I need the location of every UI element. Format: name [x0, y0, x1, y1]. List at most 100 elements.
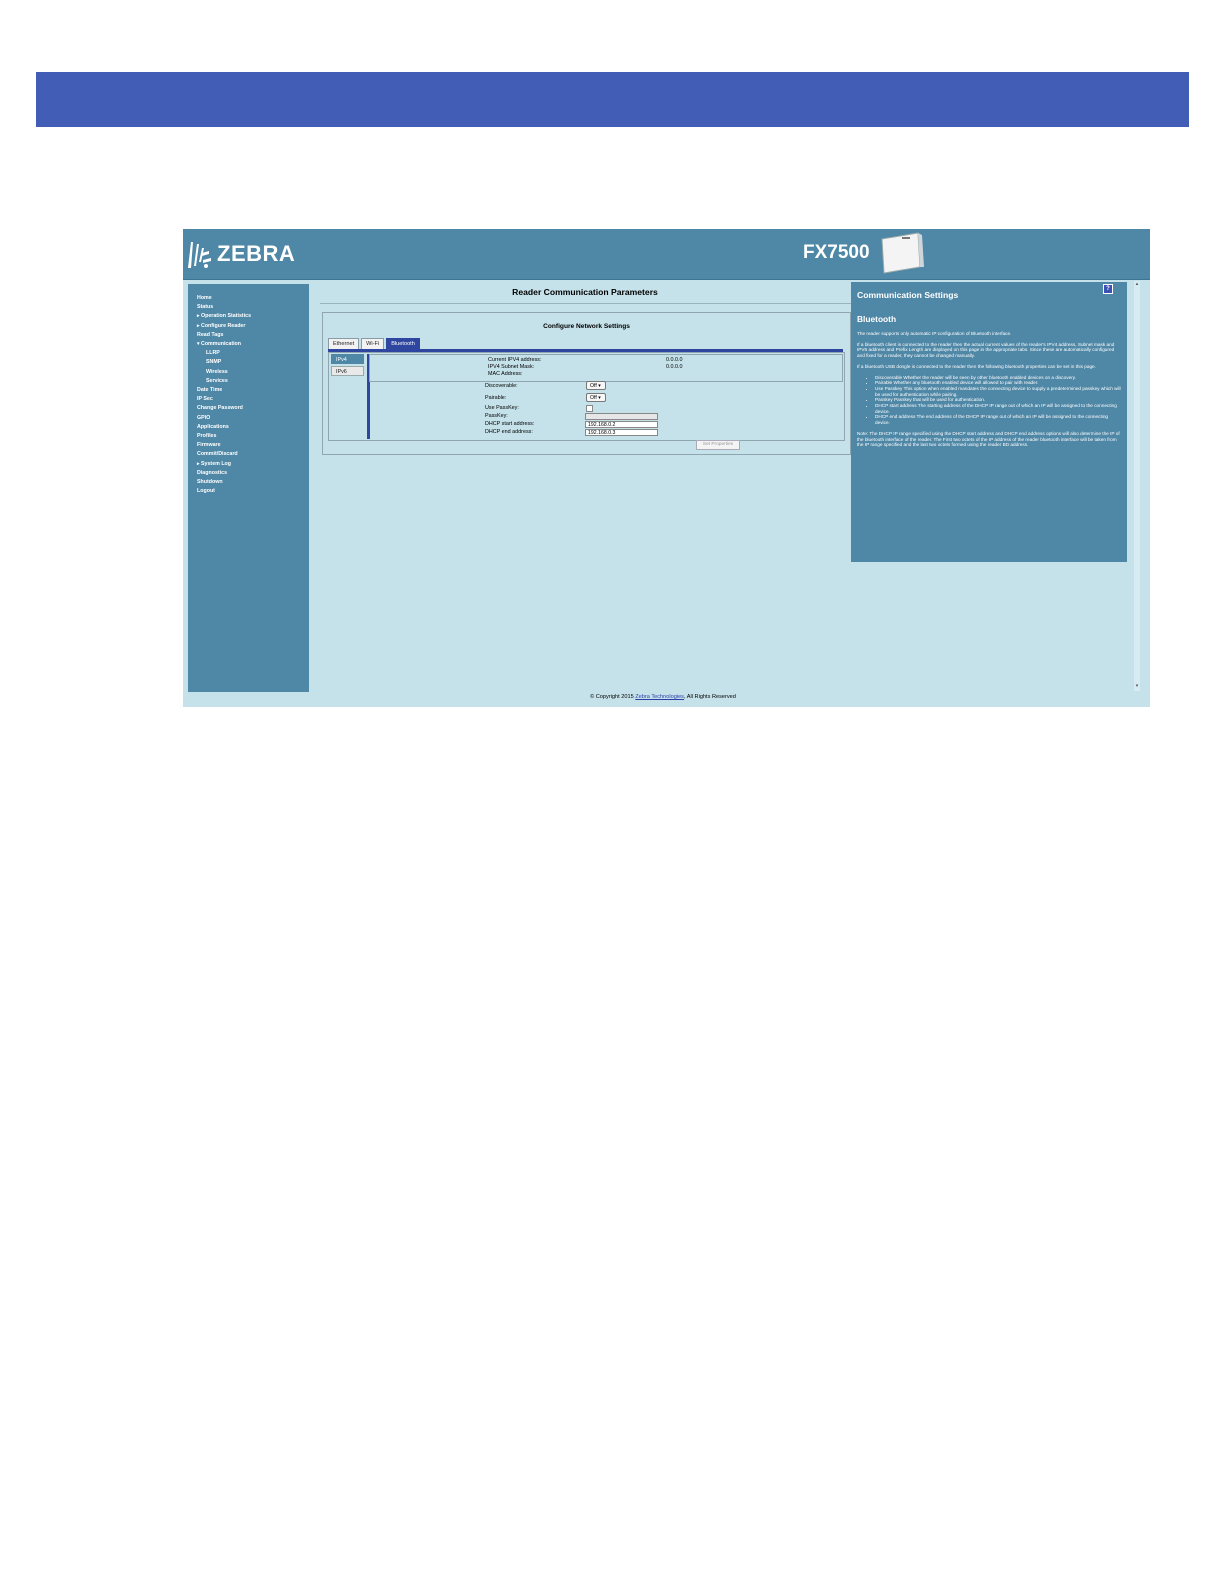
sidebar-item-label: Services: [206, 377, 228, 384]
help-subtitle: Bluetooth: [857, 314, 897, 324]
help-title: Communication Settings: [857, 290, 959, 300]
discoverable-select[interactable]: Off ▾: [586, 381, 606, 390]
help-bullet: Use Passkey This option when enabled man…: [875, 386, 1123, 397]
help-panel: Communication Settings ? Bluetooth The r…: [851, 282, 1127, 562]
dhcp-end-input[interactable]: 192.168.0.3: [585, 429, 658, 436]
model-name: FX7500: [803, 242, 870, 263]
sidebar-item-diagnostics[interactable]: Diagnostics: [188, 469, 309, 478]
sidebar-item-read-tags[interactable]: Read Tags: [188, 331, 309, 340]
sidebar-item-label: Change Password: [197, 405, 243, 412]
help-paragraph: If a bluetooth USB dongle is connected t…: [857, 363, 1096, 369]
sidebar-item-label: Date Time: [197, 387, 223, 394]
passkey-input[interactable]: [585, 413, 658, 420]
help-note: Note: The DHCP IP range specified using …: [857, 430, 1120, 448]
sidebar-item-label: Diagnostics: [197, 469, 228, 476]
sidebar-item-gpio[interactable]: GPIO: [188, 414, 309, 423]
network-tabs: Ethernet Wi-Fi Bluetooth: [328, 338, 420, 350]
sidebar-item-label: Commit/Discard: [197, 451, 238, 458]
sidebar-item-label: Firmware: [197, 442, 221, 449]
pairable-select[interactable]: Off ▾: [586, 393, 606, 402]
sidebar-item-label: Profiles: [197, 433, 217, 440]
sidebar-item-label: Operation Statistics: [201, 313, 252, 320]
sidebar-item-ip-sec[interactable]: IP Sec: [188, 395, 309, 404]
zebra-head-icon: [188, 242, 211, 268]
copyright-text: © Copyright 2015: [590, 694, 636, 700]
sidebar-item-label: Logout: [197, 488, 215, 495]
current-ipv4-value: 0.0.0.0: [666, 357, 683, 363]
sidebar-item-status[interactable]: Status: [188, 303, 309, 312]
sidebar-item-home[interactable]: Home: [188, 294, 309, 303]
subnet-mask-value: 0.0.0.0: [666, 364, 683, 370]
current-ipv4-label: Current IPV4 address:: [488, 357, 542, 363]
help-bullet: DHCP start address The starting address …: [875, 403, 1123, 414]
network-settings-panel: Configure Network Settings Ethernet Wi-F…: [322, 312, 851, 455]
sidebar-item-snmp[interactable]: SNMP: [188, 358, 309, 367]
use-passkey-checkbox[interactable]: [586, 405, 593, 412]
mac-address-label: MAC Address:: [488, 371, 523, 377]
help-bullet-list: Discoverable Whether the reader will be …: [857, 375, 1123, 426]
sidebar-item-profiles[interactable]: Profiles: [188, 432, 309, 441]
scroll-up-icon[interactable]: ▴: [1134, 281, 1140, 287]
dhcp-start-label: DHCP start address:: [485, 421, 535, 427]
dhcp-end-label: DHCP end address:: [485, 429, 533, 435]
panel-title: Configure Network Settings: [543, 323, 630, 330]
page-banner: [36, 72, 1189, 127]
rights-text: , All Rights Reserved: [683, 694, 736, 700]
sidebar-item-label: Read Tags: [197, 331, 224, 338]
title-divider: [320, 303, 851, 304]
sidebar-item-llrp[interactable]: LLRP: [188, 349, 309, 358]
help-body: The reader supports only automatic IP co…: [857, 331, 1123, 453]
scroll-down-icon[interactable]: ▾: [1134, 683, 1140, 689]
reader-device-icon: [881, 232, 924, 274]
zebra-technologies-link[interactable]: Zebra Technologies: [635, 694, 684, 700]
brand-name: ZEBRA: [217, 241, 296, 266]
app-header: ZEBRA FX7500: [183, 229, 1150, 280]
pairable-label: Pairable:: [485, 395, 507, 401]
sidebar-item-date-time[interactable]: Date Time: [188, 386, 309, 395]
sidebar-item-shutdown[interactable]: Shutdown: [188, 478, 309, 487]
dhcp-start-input[interactable]: 192.168.0.2: [585, 421, 658, 428]
sidebar-item-label: Configure Reader: [201, 322, 246, 329]
sidebar-item-services[interactable]: Services: [188, 377, 309, 386]
set-properties-button[interactable]: Set Properties: [696, 440, 740, 450]
sidebar-item-logout[interactable]: Logout: [188, 487, 309, 496]
sidebar-item-label: Communication: [201, 341, 242, 348]
tab-ipv4[interactable]: IPv4: [331, 354, 364, 364]
page-title: Reader Communication Parameters: [512, 287, 658, 297]
help-question-icon[interactable]: ?: [1103, 284, 1113, 294]
footer: © Copyright 2015 Zebra Technologies, All…: [183, 694, 1143, 700]
sidebar-item-label: Shutdown: [197, 479, 223, 486]
sidebar-item-communication[interactable]: ▾Communication: [188, 340, 309, 349]
sidebar-item-wireless[interactable]: Wireless: [188, 368, 309, 377]
sidebar-item-label: System Log: [201, 460, 232, 467]
current-status-box: Current IPV4 address: 0.0.0.0 IPV4 Subne…: [369, 354, 843, 382]
help-paragraph: The reader supports only automatic IP co…: [857, 331, 1012, 336]
sidebar-item-label: Status: [197, 304, 214, 311]
sidebar-item-operation-statistics[interactable]: ▸Operation Statistics: [188, 312, 309, 321]
sidebar-item-system-log[interactable]: ▸System Log: [188, 460, 309, 469]
sidebar-item-label: Wireless: [206, 368, 228, 375]
sidebar-item-firmware[interactable]: Firmware: [188, 441, 309, 450]
sidebar-item-change-password[interactable]: Change Password: [188, 404, 309, 413]
sidebar-item-applications[interactable]: Applications: [188, 423, 309, 432]
bluetooth-tab-content: IPv4 IPv6 Current IPV4 address: 0.0.0.0 …: [328, 352, 845, 441]
help-paragraph: If a bluetooth client is connected to th…: [857, 341, 1115, 359]
sidebar-item-label: IP Sec: [197, 396, 213, 403]
reader-web-ui: ZEBRA FX7500 Home Status ▸Operation Statis…: [183, 229, 1150, 707]
tab-ipv6[interactable]: IPv6: [331, 366, 364, 376]
sidebar-item-label: Applications: [197, 423, 229, 430]
sidebar-item-label: GPIO: [197, 414, 211, 421]
zebra-logo: ZEBRA: [185, 237, 295, 271]
sidebar-item-label: Home: [197, 295, 212, 301]
sidebar-nav: Home Status ▸Operation Statistics ▸Configur…: [188, 284, 309, 692]
discoverable-label: Discoverable:: [485, 383, 518, 389]
main-content: Reader Communication Parameters Configur…: [320, 281, 860, 701]
page-scrollbar[interactable]: [1134, 281, 1140, 691]
sidebar-item-configure-reader[interactable]: ▸Configure Reader: [188, 322, 309, 331]
sidebar-item-commit-discard[interactable]: Commit/Discard: [188, 450, 309, 459]
passkey-label: PassKey:: [485, 413, 508, 419]
subnet-mask-label: IPV4 Subnet Mask:: [488, 364, 535, 370]
ip-version-tabs: IPv4 IPv6: [331, 354, 370, 439]
sidebar-item-label: LLRP: [206, 350, 220, 357]
sidebar-item-label: SNMP: [206, 359, 222, 366]
